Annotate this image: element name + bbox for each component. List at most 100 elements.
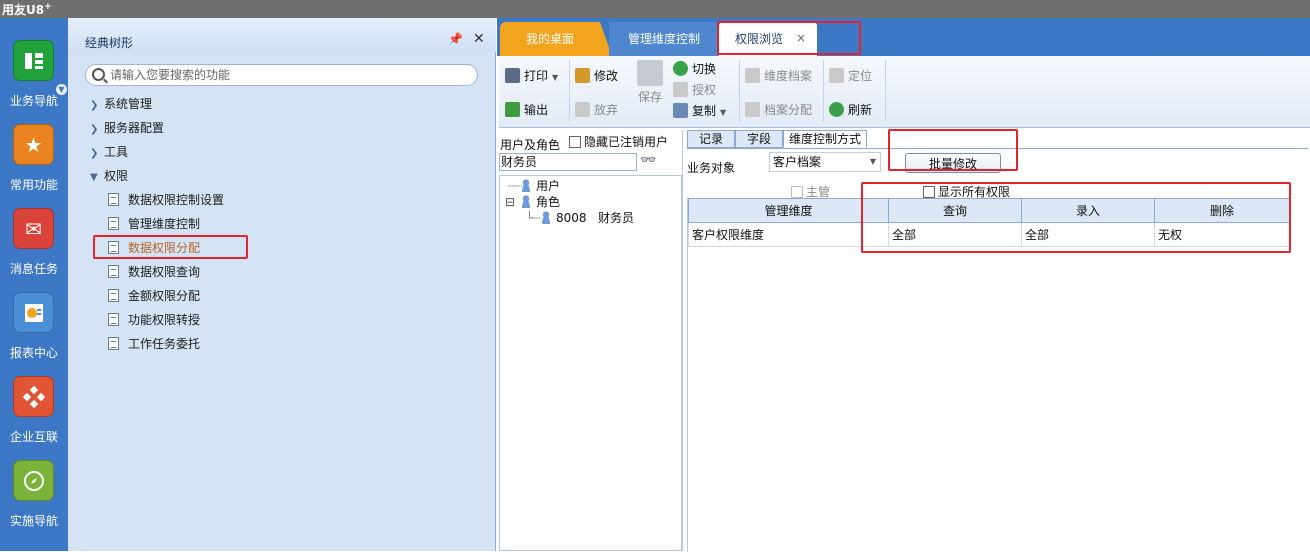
hide-cancelled-users-checkbox[interactable]: 隐藏已注销用户 — [569, 133, 668, 150]
users-roles-tree: ┈┈ 用户 ⊟ 角色 └┈ 8008 财务员 — [499, 175, 682, 551]
print-button[interactable]: 打印 ▼ — [505, 67, 558, 85]
chevron-right-icon: ❯ — [90, 124, 99, 135]
highlight-box — [861, 182, 1291, 253]
toolbar-separator — [569, 60, 570, 122]
tab-my-desktop[interactable]: 我的桌面 — [500, 22, 612, 56]
locate-button[interactable]: 定位 — [829, 67, 872, 85]
tree-leaf-data-permission-query[interactable]: 数据权限查询 — [108, 262, 200, 282]
org-chart-icon — [13, 40, 54, 81]
toolbar-separator — [823, 60, 824, 122]
column-header-dimension: 管理维度 — [688, 198, 889, 223]
app-logo: 用友U8+ — [2, 2, 52, 17]
main-workspace: 我的桌面 管理维度控制 权限浏览 × 打印 ▼ 输出 修改 放弃 保存 切换 授权… — [497, 18, 1310, 552]
chevron-down-icon[interactable]: ▼ — [552, 73, 558, 82]
binoculars-icon[interactable]: 👓 — [640, 153, 656, 168]
export-button[interactable]: 输出 — [505, 101, 548, 119]
chevron-right-icon: ❯ — [90, 100, 99, 111]
tab-dimension-control[interactable]: 管理维度控制 — [609, 22, 719, 56]
subtab-fields[interactable]: 字段 — [735, 130, 783, 148]
archive-icon — [745, 68, 760, 83]
highlight-box — [93, 235, 248, 259]
copy-icon — [673, 103, 688, 118]
switch-button[interactable]: 切换 — [673, 60, 716, 78]
locate-icon — [829, 68, 844, 83]
user-filter-field[interactable]: 财务员 — [499, 153, 637, 171]
left-nav-rail: ▼ 业务导航 ★ 常用功能 ✉ 消息任务 报表中心 企业互联 实施导航 — [0, 18, 68, 551]
user-icon — [520, 179, 532, 192]
tree-node-users[interactable]: 用户 — [520, 178, 560, 194]
rail-item-common-functions[interactable]: ★ 常用功能 — [0, 124, 68, 208]
users-roles-panel: 用户及角色 隐藏已注销用户 财务员 👓 ┈┈ 用户 ⊟ 角色 └┈ 8008 财… — [497, 130, 683, 551]
printer-icon — [505, 68, 520, 83]
star-icon: ★ — [13, 124, 54, 165]
tree-leaf-data-permission-settings[interactable]: 数据权限控制设置 — [108, 190, 224, 210]
edit-button[interactable]: 修改 — [575, 67, 618, 85]
document-icon — [108, 289, 119, 302]
search-icon — [92, 68, 105, 81]
pencil-icon — [575, 68, 590, 83]
document-icon — [108, 217, 119, 230]
cell-dimension: 客户权限维度 — [688, 222, 889, 247]
compass-icon — [13, 460, 54, 501]
toolbar: 打印 ▼ 输出 修改 放弃 保存 切换 授权 复制 ▼ 维度档案 档案分配 定位 刷… — [499, 56, 1310, 128]
toolbar-separator — [739, 60, 740, 122]
chevron-down-icon[interactable]: ▼ — [720, 108, 726, 117]
tree-node-system-management[interactable]: ❯ 系统管理 — [90, 94, 152, 114]
tree-node-role-finance[interactable]: 8008 财务员 — [540, 210, 634, 226]
discard-button[interactable]: 放弃 — [575, 101, 618, 119]
checkbox-box — [791, 186, 803, 198]
key-icon — [673, 82, 688, 97]
pin-icon[interactable]: 📌 — [448, 32, 463, 46]
tree-leaf-amount-permission-assign[interactable]: 金额权限分配 — [108, 286, 200, 306]
tree-panel-header: 经典树形 📌 ✕ — [68, 18, 496, 52]
authorize-button[interactable]: 授权 — [673, 81, 716, 99]
tree-node-permissions[interactable]: ▼ 权限 — [90, 166, 128, 186]
tree-leaf-function-permission-delegate[interactable]: 功能权限转授 — [108, 310, 200, 330]
toolbar-separator — [885, 60, 886, 122]
mail-icon: ✉ — [13, 208, 54, 249]
chevron-right-icon: ❯ — [90, 148, 99, 159]
tab-strip: 我的桌面 管理维度控制 权限浏览 × — [497, 18, 1310, 56]
role-icon — [520, 195, 532, 208]
close-icon[interactable]: ✕ — [473, 31, 485, 47]
network-icon — [13, 376, 54, 417]
rail-item-implementation-nav[interactable]: 实施导航 — [0, 460, 68, 544]
chevron-down-icon: ▼ — [869, 157, 876, 166]
tree-leaf-dimension-control[interactable]: 管理维度控制 — [108, 214, 200, 234]
tree-leaf-task-delegation[interactable]: 工作任务委托 — [108, 334, 200, 354]
tree-collapse-toggle[interactable]: ⊟ — [505, 194, 515, 210]
refresh-arrows-icon — [673, 61, 688, 76]
function-tree-panel: 经典树形 📌 ✕ ❯系统管理 ❯服务器配置 ❯工具 ▼权限 数据权限控制设置 管… — [68, 18, 496, 551]
document-icon — [108, 265, 119, 278]
highlight-box — [717, 21, 861, 55]
rail-item-enterprise-connect[interactable]: 企业互联 — [0, 376, 68, 460]
search-input[interactable] — [110, 66, 470, 84]
title-bar: 用友U8+ — [0, 0, 1310, 18]
document-icon — [108, 337, 119, 350]
rail-item-messages[interactable]: ✉ 消息任务 — [0, 208, 68, 292]
business-object-select[interactable]: 客户档案 ▼ — [769, 152, 881, 172]
rail-item-report-center[interactable]: 报表中心 — [0, 292, 68, 376]
tree-node-roles[interactable]: 角色 — [520, 194, 560, 210]
tree-node-tools[interactable]: ❯ 工具 — [90, 142, 128, 162]
assign-icon — [745, 102, 760, 117]
tree-node-server-config[interactable]: ❯ 服务器配置 — [90, 118, 164, 138]
search-box — [85, 64, 478, 86]
export-icon — [505, 102, 520, 117]
subtab-records[interactable]: 记录 — [687, 130, 735, 148]
business-object-label: 业务对象 — [687, 161, 736, 175]
save-button[interactable]: 保存 — [638, 88, 662, 106]
chevron-down-icon: ▼ — [90, 172, 98, 183]
discard-icon — [575, 102, 590, 117]
subtab-dimension-control-mode[interactable]: 维度控制方式 — [783, 130, 867, 148]
report-icon — [13, 292, 54, 333]
save-icon — [637, 60, 665, 86]
refresh-button[interactable]: 刷新 — [829, 101, 872, 119]
document-icon — [108, 313, 119, 326]
copy-button[interactable]: 复制 ▼ — [673, 102, 726, 120]
permission-content: 记录 字段 维度控制方式 业务对象 客户档案 ▼ 批量修改 主管 显示所有权限 管… — [685, 129, 1310, 552]
checkbox-box[interactable] — [569, 136, 581, 148]
rail-item-business-nav[interactable]: ▼ 业务导航 — [0, 40, 68, 124]
dimension-archive-button[interactable]: 维度档案 — [745, 67, 812, 85]
archive-assign-button[interactable]: 档案分配 — [745, 101, 812, 119]
